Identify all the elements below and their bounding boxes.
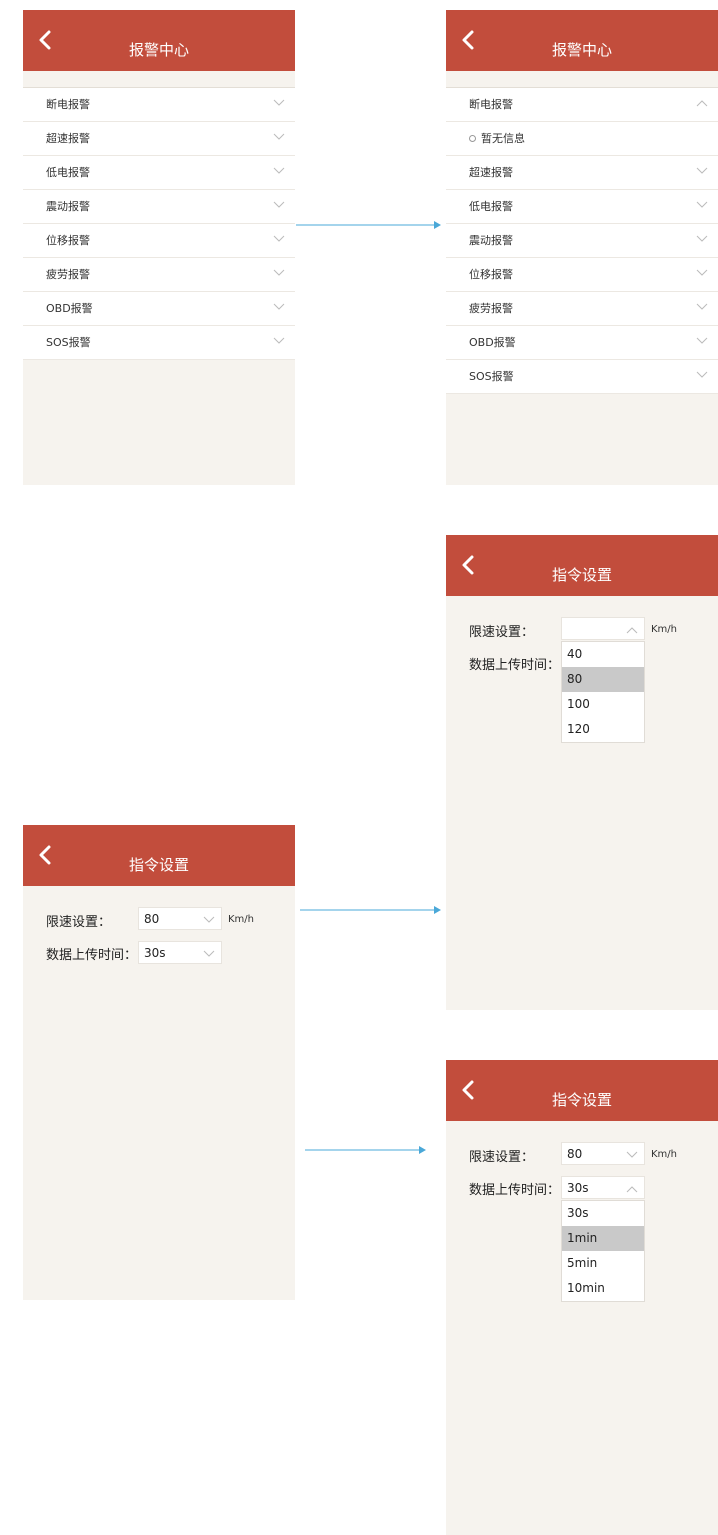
speed-limit-options: 40 80 100 120: [561, 641, 645, 743]
alarm-item[interactable]: 超速报警: [446, 156, 718, 190]
speed-unit: Km/h: [651, 624, 678, 635]
speed-unit: Km/h: [651, 1149, 678, 1160]
chevron-down-icon: [203, 950, 215, 957]
chevron-down-icon: [696, 337, 708, 344]
upload-option[interactable]: 30s: [562, 1201, 644, 1226]
alarm-item[interactable]: OBD报警: [23, 292, 295, 326]
upload-option[interactable]: 10min: [562, 1276, 644, 1301]
speed-option-highlighted[interactable]: 80: [562, 667, 644, 692]
alarm-item[interactable]: 断电报警: [446, 88, 718, 122]
upload-interval-select[interactable]: 30s: [561, 1176, 645, 1199]
speed-option[interactable]: 40: [562, 642, 644, 667]
chevron-down-icon: [696, 303, 708, 310]
header-bar: 指令设置: [446, 1060, 718, 1121]
command-settings-speed-open: 指令设置 限速设置： Km/h 数据上传时间： 40 80 100 120: [446, 535, 718, 1010]
chevron-up-icon: [696, 100, 708, 107]
speed-limit-select[interactable]: [561, 617, 645, 640]
alarm-empty-message: 暂无信息: [446, 122, 718, 156]
chevron-down-icon: [696, 201, 708, 208]
header-bar: 指令设置: [23, 825, 295, 886]
upload-interval-select[interactable]: 30s: [138, 941, 222, 964]
speed-option[interactable]: 120: [562, 717, 644, 742]
header-bar: 报警中心: [23, 10, 295, 71]
chevron-down-icon: [203, 916, 215, 923]
alarm-item[interactable]: 断电报警: [23, 88, 295, 122]
page-title: 报警中心: [551, 41, 612, 59]
alarm-center-screen-expanded: 报警中心 断电报警 暂无信息 超速报警 低电报警 震动报警 位移报警 疲劳报警 …: [446, 10, 718, 485]
chevron-down-icon: [273, 235, 285, 242]
alarm-item[interactable]: 位移报警: [446, 258, 718, 292]
page-title: 指令设置: [128, 856, 189, 874]
chevron-down-icon: [273, 167, 285, 174]
flow-arrow: [305, 1146, 426, 1154]
chevron-down-icon: [273, 337, 285, 344]
upload-interval-label: 数据上传时间：: [469, 1183, 561, 1198]
speed-limit-select[interactable]: 80: [138, 907, 222, 930]
speed-unit: Km/h: [228, 914, 255, 925]
chevron-down-icon: [696, 269, 708, 276]
flow-arrow: [300, 906, 441, 914]
command-settings-upload-open: 指令设置 限速设置： 80 Km/h 数据上传时间： 30s 30s 1min …: [446, 1060, 718, 1535]
chevron-down-icon: [273, 133, 285, 140]
alarm-item[interactable]: SOS报警: [446, 360, 718, 394]
chevron-down-icon: [626, 1151, 638, 1158]
alarm-item[interactable]: 震动报警: [446, 224, 718, 258]
flow-arrow: [296, 221, 441, 229]
command-settings-default: 指令设置 限速设置： 80 Km/h 数据上传时间： 30s: [23, 825, 295, 1300]
upload-option-highlighted[interactable]: 1min: [562, 1226, 644, 1251]
upload-interval-options: 30s 1min 5min 10min: [561, 1200, 645, 1302]
speed-limit-label: 限速设置：: [469, 625, 535, 640]
speed-option[interactable]: 100: [562, 692, 644, 717]
bullet-icon: [469, 134, 476, 142]
chevron-up-icon: [626, 627, 638, 634]
upload-interval-label: 数据上传时间：: [469, 658, 561, 673]
page-title: 指令设置: [551, 1091, 612, 1109]
alarm-center-screen-collapsed: 报警中心 断电报警 超速报警 低电报警 震动报警 位移报警 疲劳报警 OBD报警…: [23, 10, 295, 485]
chevron-up-icon: [626, 1186, 638, 1193]
page-title: 指令设置: [551, 566, 612, 584]
chevron-down-icon: [273, 269, 285, 276]
speed-limit-select[interactable]: 80: [561, 1142, 645, 1165]
alarm-item[interactable]: 低电报警: [446, 190, 718, 224]
header-bar: 报警中心: [446, 10, 718, 71]
chevron-down-icon: [273, 201, 285, 208]
alarm-item[interactable]: 震动报警: [23, 190, 295, 224]
page-title: 报警中心: [128, 41, 189, 59]
alarm-item[interactable]: 低电报警: [23, 156, 295, 190]
alarm-item[interactable]: 疲劳报警: [446, 292, 718, 326]
speed-limit-label: 限速设置：: [469, 1150, 535, 1165]
alarm-item[interactable]: SOS报警: [23, 326, 295, 360]
header-bar: 指令设置: [446, 535, 718, 596]
upload-interval-label: 数据上传时间：: [46, 948, 138, 963]
chevron-down-icon: [696, 167, 708, 174]
chevron-down-icon: [696, 371, 708, 378]
alarm-item[interactable]: OBD报警: [446, 326, 718, 360]
alarm-item[interactable]: 位移报警: [23, 224, 295, 258]
upload-option[interactable]: 5min: [562, 1251, 644, 1276]
speed-limit-label: 限速设置：: [46, 915, 112, 930]
alarm-item[interactable]: 超速报警: [23, 122, 295, 156]
chevron-down-icon: [273, 99, 285, 106]
alarm-list: 断电报警 暂无信息 超速报警 低电报警 震动报警 位移报警 疲劳报警 OBD报警…: [446, 87, 718, 394]
alarm-item[interactable]: 疲劳报警: [23, 258, 295, 292]
chevron-down-icon: [273, 303, 285, 310]
chevron-down-icon: [696, 235, 708, 242]
alarm-list: 断电报警 超速报警 低电报警 震动报警 位移报警 疲劳报警 OBD报警 SOS报…: [23, 87, 295, 360]
